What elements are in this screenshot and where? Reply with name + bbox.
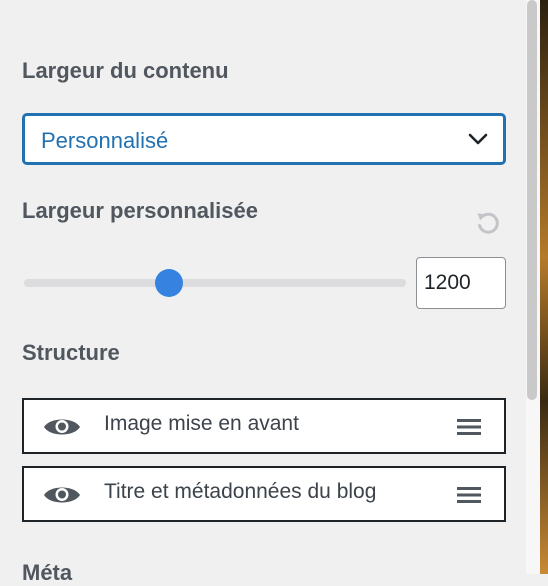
- reset-icon[interactable]: [474, 209, 502, 237]
- content-width-label: Largeur du contenu: [22, 58, 229, 83]
- structure-item-label: Image mise en avant: [104, 412, 299, 435]
- structure-label: Structure: [22, 340, 120, 365]
- structure-item-label: Titre et métadonnées du blog: [104, 480, 377, 503]
- structure-item-featured-image[interactable]: Image mise en avant: [22, 398, 506, 454]
- meta-section-label: Méta: [22, 560, 73, 585]
- custom-width-input[interactable]: [416, 257, 506, 309]
- content-width-select[interactable]: Personnalisé: [23, 114, 505, 164]
- custom-width-label: Largeur personnalisée: [22, 198, 258, 223]
- custom-width-slider[interactable]: [24, 268, 406, 298]
- customizer-panel: Largeur du contenu Personnalisé Largeur …: [0, 0, 526, 585]
- eye-icon[interactable]: [42, 414, 82, 440]
- eye-icon[interactable]: [42, 482, 82, 508]
- background-preview-edge: [540, 0, 548, 574]
- chevron-down-icon: [468, 133, 488, 145]
- scrollbar-thumb[interactable]: [527, 0, 537, 400]
- content-width-selected-value: Personnalisé: [41, 128, 169, 153]
- drag-handle-icon[interactable]: [455, 416, 483, 438]
- structure-item-blog-title-meta[interactable]: Titre et métadonnées du blog: [22, 466, 506, 522]
- slider-track[interactable]: [24, 279, 406, 287]
- drag-handle-icon[interactable]: [455, 484, 483, 506]
- slider-thumb[interactable]: [155, 269, 184, 297]
